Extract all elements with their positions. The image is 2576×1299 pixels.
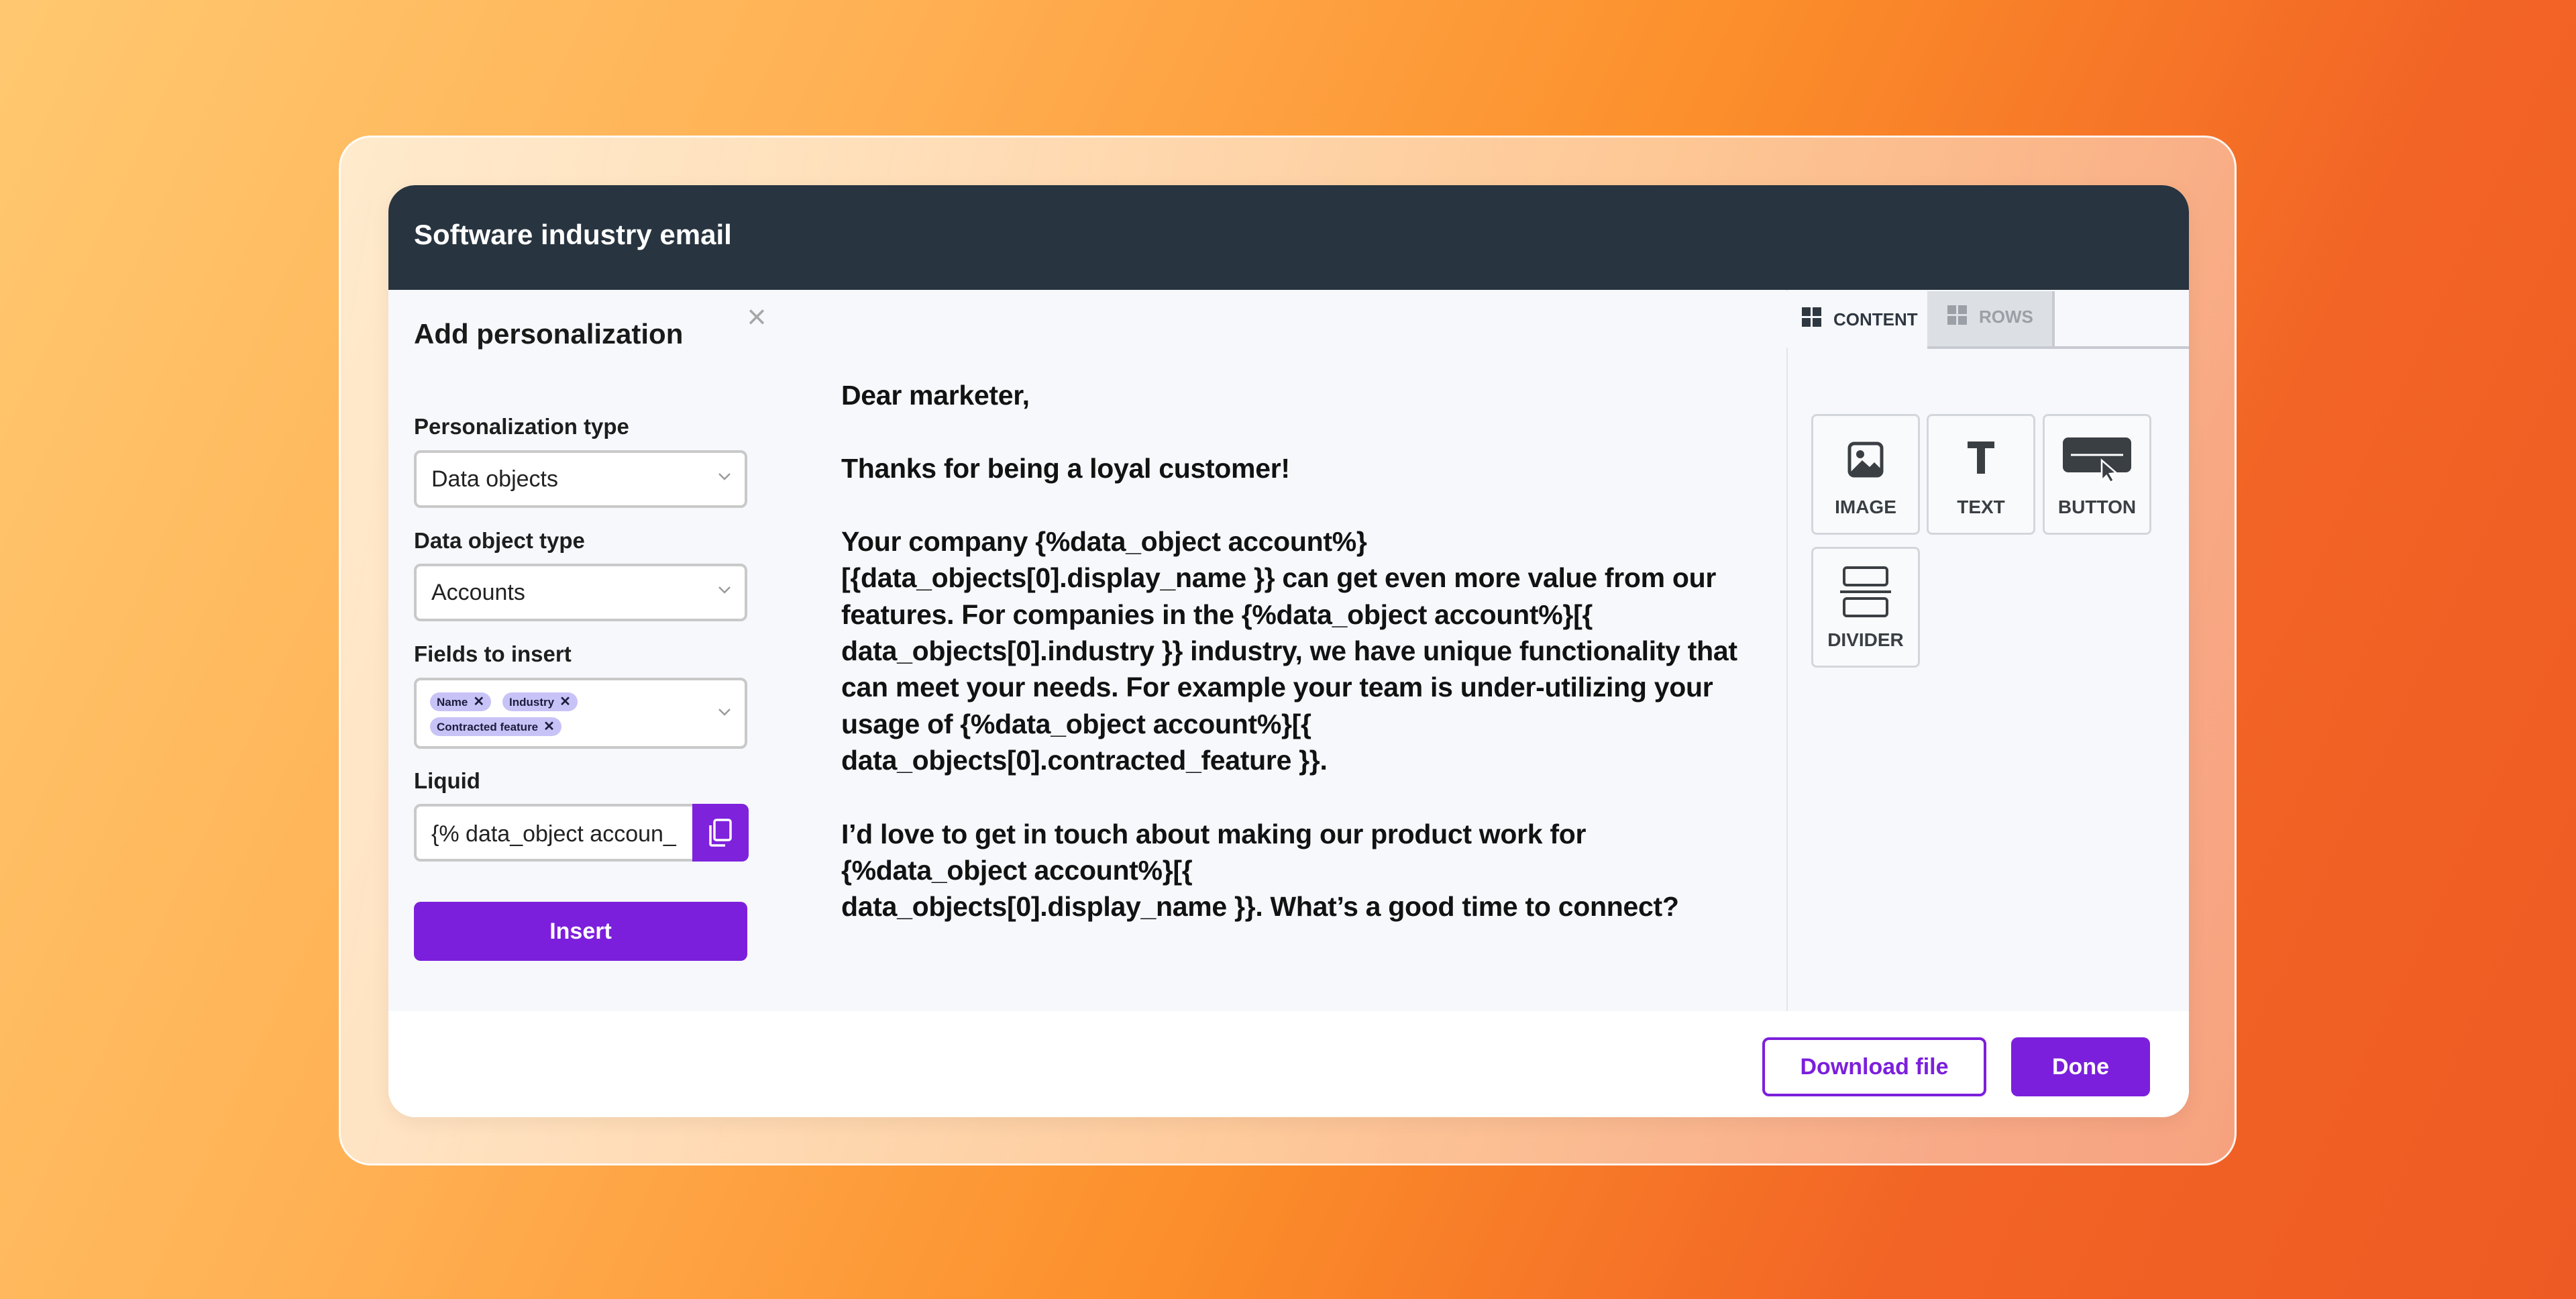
tab-content-label: CONTENT [1833, 309, 1918, 329]
data-object-type-select[interactable]: Accounts [414, 564, 747, 621]
chevron-down-icon [718, 585, 731, 597]
personalization-type-value: Data objects [431, 466, 558, 492]
email-line: usage of {%data_object account%}[{ [841, 709, 1311, 739]
email-line: Your company {%data_object account%} [841, 526, 1367, 557]
liquid-field[interactable]: {% data_object accoun_ [414, 804, 694, 862]
text-icon [1966, 439, 1996, 480]
data-object-type-value: Accounts [431, 580, 525, 605]
download-file-button[interactable]: Download file [1762, 1037, 1986, 1096]
email-line: [{data_objects[0].display_name }} can ge… [841, 562, 1717, 593]
tag-name: Name ✕ [430, 692, 492, 711]
button-block-tile[interactable]: BUTTON [2043, 414, 2151, 535]
button-tile-label: BUTTON [2057, 497, 2137, 517]
email-line: data_objects[0].display_name }}. What’s … [841, 891, 1679, 922]
tab-underline [1927, 346, 2189, 349]
data-object-type-label: Data object type [414, 528, 585, 553]
close-icon[interactable]: × [743, 300, 770, 333]
fields-to-insert-label: Fields to insert [414, 641, 572, 666]
image-tile-label: IMAGE [1835, 497, 1896, 517]
grid-icon [1802, 307, 1822, 331]
tab-rows-label: ROWS [1979, 307, 2033, 327]
copy-button[interactable] [692, 804, 749, 862]
text-block-tile[interactable]: TEXT [1927, 414, 2035, 535]
insert-button[interactable]: Insert [414, 902, 747, 961]
image-block-tile[interactable]: IMAGE [1811, 414, 1920, 535]
window-header: Software industry email [388, 185, 2189, 290]
window-title: Software industry email [414, 219, 732, 250]
liquid-value: {% data_object accoun_ [431, 821, 676, 847]
email-line: I’d love to get in touch about making ou… [841, 819, 1587, 849]
personalization-type-select[interactable]: Data objects [414, 450, 747, 508]
email-line: Dear marketer, [841, 380, 1030, 411]
tag-industry: Industry ✕ [502, 692, 578, 711]
panel-title: Add personalization [414, 318, 684, 350]
email-line: can meet your needs. For example your te… [841, 672, 1713, 703]
email-line: Thanks for being a loyal customer! [841, 453, 1290, 484]
email-line: features. For companies in the {%data_ob… [841, 599, 1593, 630]
chevron-down-icon [718, 707, 731, 719]
remove-tag-icon[interactable]: ✕ [473, 694, 484, 709]
email-line: data_objects[0].industry }} industry, we… [841, 635, 1737, 666]
email-line: {%data_object account%}[{ [841, 855, 1193, 886]
liquid-label: Liquid [414, 768, 480, 793]
personalization-type-label: Personalization type [414, 414, 629, 439]
remove-tag-icon[interactable]: ✕ [559, 694, 571, 709]
copy-icon [709, 819, 732, 847]
divider-block-tile[interactable]: DIVIDER [1811, 547, 1920, 668]
chevron-down-icon [718, 472, 731, 484]
done-button[interactable]: Done [2011, 1037, 2150, 1096]
tag-contracted-feature: Contracted feature ✕ [430, 717, 561, 736]
email-line: data_objects[0].contracted_feature }}. [841, 745, 1328, 776]
divider-tile-label: DIVIDER [1827, 629, 1904, 650]
image-icon [1847, 441, 1884, 481]
button-icon [2061, 436, 2133, 486]
fields-to-insert-multiselect[interactable]: Name ✕ Industry ✕ Contracted feature ✕ [414, 678, 747, 749]
divider-icon [1840, 566, 1891, 621]
remove-tag-icon[interactable]: ✕ [543, 719, 555, 734]
grid-icon [1947, 305, 1968, 329]
text-tile-label: TEXT [1957, 497, 2005, 517]
